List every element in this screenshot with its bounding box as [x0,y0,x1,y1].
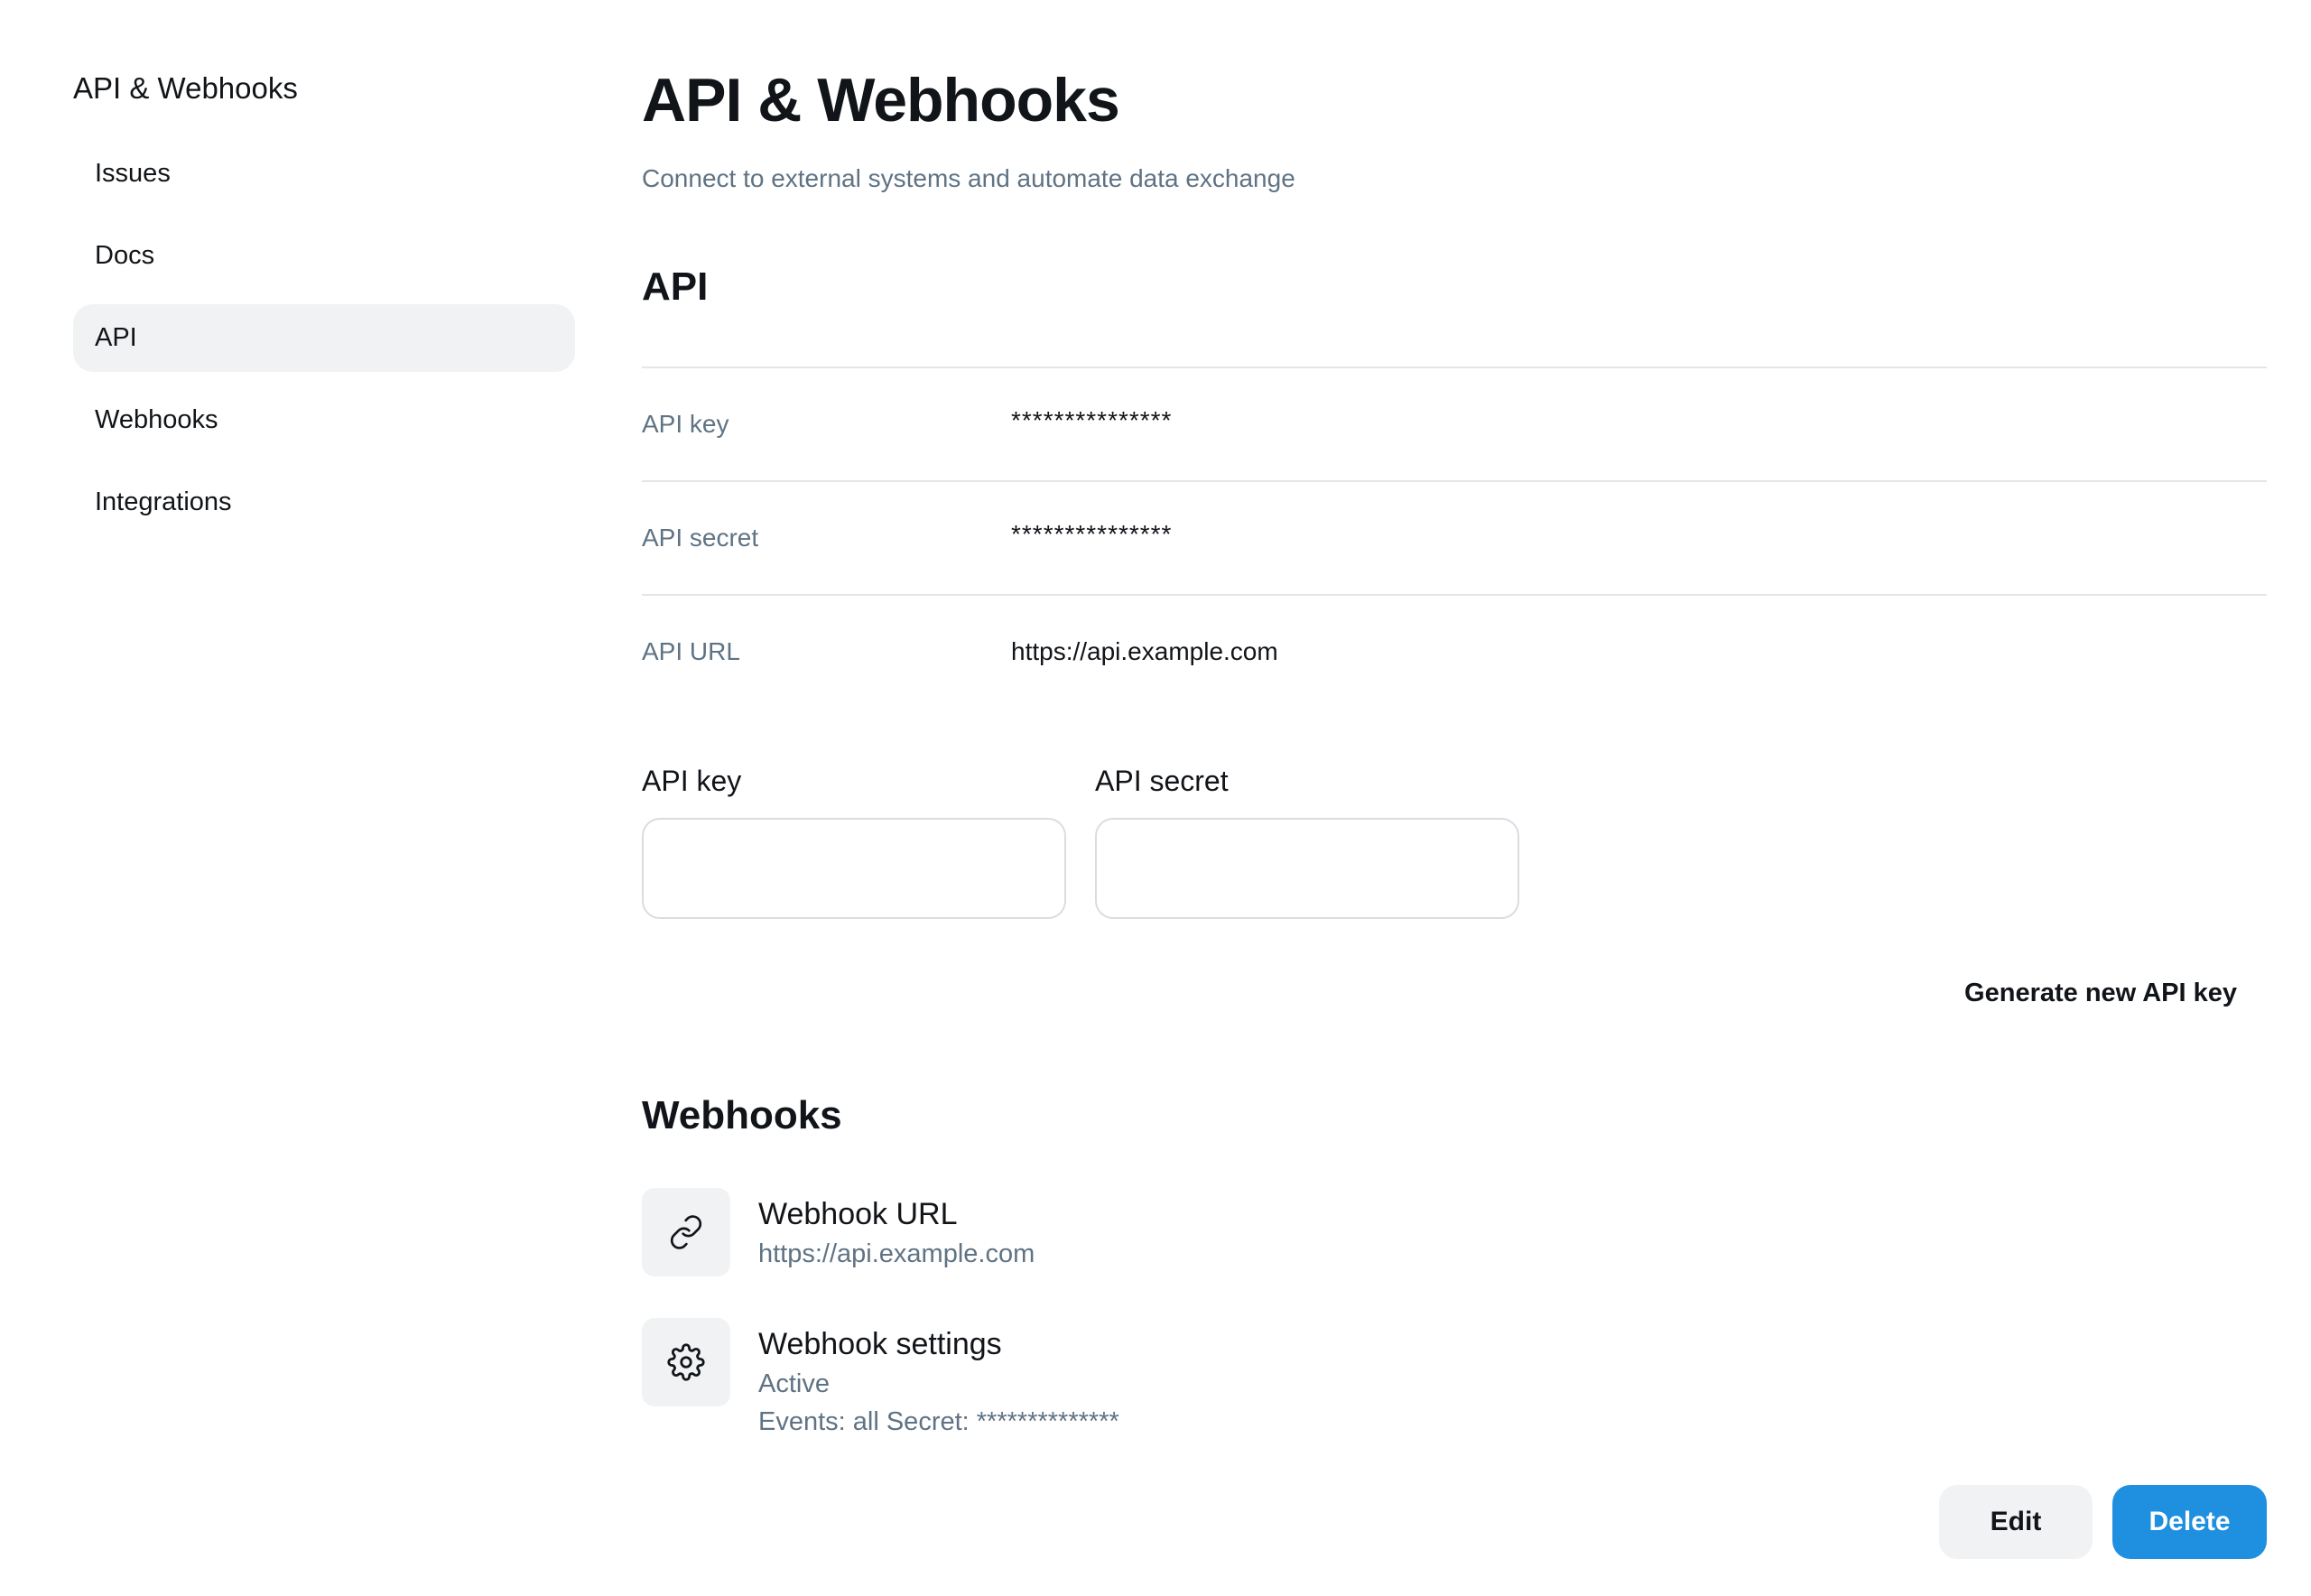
delete-button[interactable]: Delete [2112,1485,2267,1559]
api-secret-row: API secret *************** [642,480,2267,594]
webhook-settings-item: Webhook settings Active Events: all Secr… [642,1318,1119,1441]
api-section-title: API [642,264,709,309]
page-title: API & Webhooks [642,66,1120,135]
api-secret-label: API secret [642,524,759,552]
api-url-label: API URL [642,637,740,665]
webhook-status: Active [758,1369,830,1398]
gear-icon [642,1318,730,1406]
webhook-url-title: Webhook URL [758,1197,958,1231]
api-key-row: API key *************** [642,367,2267,480]
edit-button[interactable]: Edit [1939,1485,2093,1559]
sidebar-item-api[interactable]: API [73,304,575,372]
sidebar-item-docs[interactable]: Docs [73,222,575,290]
webhook-settings-title: Webhook settings [758,1327,1002,1361]
api-secret-field-group: API secret [1095,760,1519,919]
api-details-table: API key *************** API secret *****… [642,367,2267,708]
api-key-input[interactable] [642,818,1066,919]
api-secret-input[interactable] [1095,818,1519,919]
sidebar-title: API & Webhooks [73,71,298,105]
page-subtitle: Connect to external systems and automate… [642,164,1295,192]
api-url-value: https://api.example.com [1011,637,1278,665]
sidebar-item-issues[interactable]: Issues [73,140,575,208]
api-key-label: API key [642,410,729,438]
api-secret-value: *************** [1011,520,1173,548]
api-secret-field-label: API secret [1095,765,1229,797]
api-key-field-label: API key [642,765,742,797]
api-key-value: *************** [1011,406,1173,434]
sidebar-item-webhooks[interactable]: Webhooks [73,386,575,454]
generate-api-key-button[interactable]: Generate new API key [1964,979,2237,1008]
api-key-field-group: API key [642,760,1066,919]
link-icon [642,1188,730,1276]
webhook-settings-text: Webhook settings Active Events: all Secr… [758,1318,1119,1441]
api-url-row: API URL https://api.example.com [642,594,2267,708]
webhooks-section-title: Webhooks [642,1093,842,1137]
sidebar-nav: Issues Docs API Webhooks Integrations [73,140,575,551]
webhook-details: Events: all Secret: ************** [758,1407,1119,1436]
webhook-url-text: Webhook URL https://api.example.com [758,1188,1035,1276]
app-root: API & Webhooks Issues Docs API Webhooks … [0,0,2311,1596]
webhook-url-value: https://api.example.com [758,1239,1035,1268]
sidebar-item-integrations[interactable]: Integrations [73,469,575,536]
webhook-url-item: Webhook URL https://api.example.com [642,1188,1035,1276]
